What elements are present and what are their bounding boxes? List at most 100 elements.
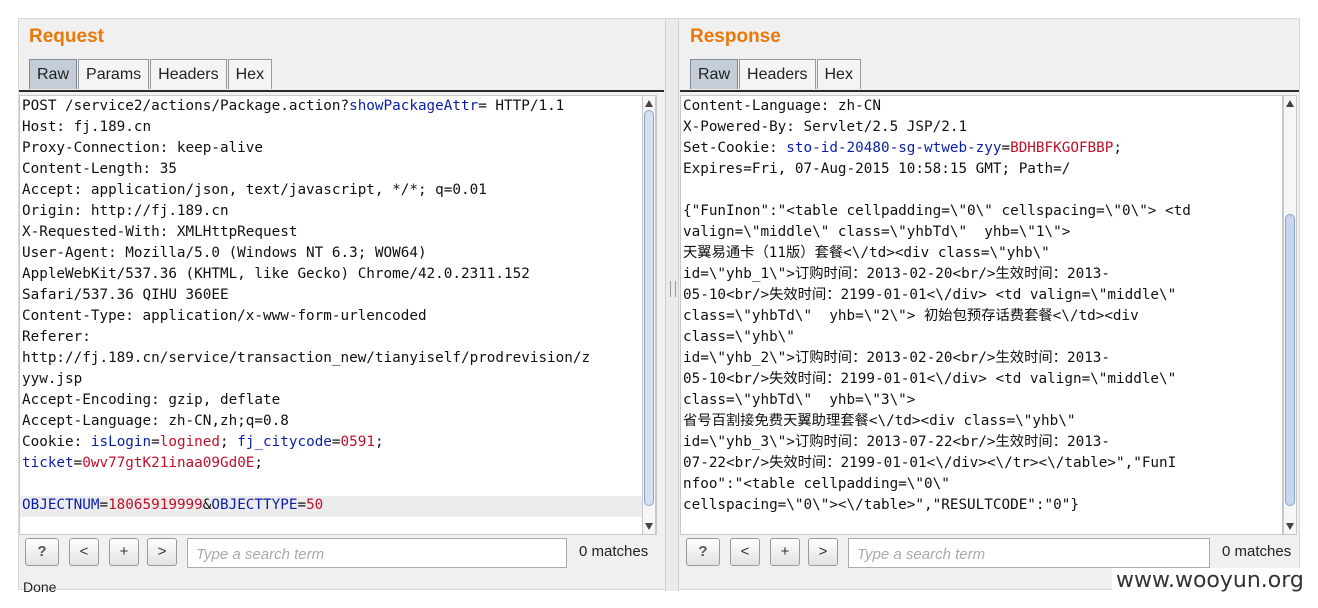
request-line: Host: fj.189.cn [22,117,590,138]
response-line: cellspacing=\"0\"><\/table>","RESULTCODE… [683,495,1191,516]
response-scroll-thumb[interactable] [1285,214,1295,506]
request-token: OBJECTTYPE [211,497,298,513]
request-previous-button[interactable]: < [69,538,99,566]
request-token: showPackageAttr [349,98,479,114]
request-next-button[interactable]: > [147,538,177,566]
request-token: Safari/537.36 QIHU 360EE [22,287,229,303]
response-token: 05-10<br/>失效时间：2199-01-01<\/div> <td val… [683,371,1177,387]
request-token: = [151,434,160,450]
splitter-grip-icon[interactable] [670,281,676,297]
response-line: id=\"yhb_3\">订购时间：2013-07-22<br/>生效时间：20… [683,432,1191,453]
response-search-box [848,538,1210,568]
response-text[interactable]: Content-Language: zh-CN X-Powered-By: Ser… [683,96,1191,516]
response-token: X-Powered-By: Servlet/2.5 JSP/2.1 [683,119,968,135]
request-token: = [99,497,109,513]
request-token: Accept-Language: zh-CN,zh;q=0.8 [22,413,289,429]
response-search-input[interactable] [855,540,1203,568]
request-token: POST /service2/actions/Package.action? [22,98,350,114]
request-line: yyw.jsp [22,369,590,390]
request-token: logined [159,434,221,450]
response-token: = [1001,140,1011,156]
request-line: Referer: [22,327,590,348]
response-token: id=\"yhb_1\">订购时间：2013-02-20<br/>生效时间：20… [683,266,1111,282]
response-token: Set-Cookie: [683,140,787,156]
response-tab-headers[interactable]: Headers [739,59,816,89]
response-match-count: 0 matches [1222,543,1292,560]
response-previous-button[interactable]: < [730,538,760,566]
request-token: 0wv77gtK21inaa09Gd0E [82,455,255,471]
request-text[interactable]: POST /service2/actions/Package.action?sh… [22,96,590,516]
response-line: 省号百割接免费天翼助理套餐<\/td><div class=\"yhb\" [683,411,1191,432]
scroll-up-icon[interactable] [1286,100,1294,107]
request-token: ; [254,455,264,471]
response-line: id=\"yhb_1\">订购时间：2013-02-20<br/>生效时间：20… [683,264,1191,285]
response-token: BDHBFKGOFBBP [1010,140,1114,156]
response-line: Content-Language: zh-CN [683,96,1191,117]
response-token: 07-22<br/>失效时间：2199-01-01<\/div><\/tr><\… [683,455,1177,471]
request-search-box [187,538,567,568]
request-token: Referer: [22,329,91,345]
request-token: X-Requested-With: XMLHttpRequest [22,224,298,240]
request-line: X-Requested-With: XMLHttpRequest [22,222,590,243]
request-line: Accept: application/json, text/javascrip… [22,180,590,201]
response-line [683,180,1191,201]
request-token: = [331,434,341,450]
response-line: class=\"yhb\" [683,327,1191,348]
response-token: valign=\"middle\" class=\"yhbTd\" yhb=\"… [683,224,1071,240]
request-line [22,474,590,495]
request-add-button[interactable]: + [109,538,139,566]
request-tab-hex[interactable]: Hex [227,59,273,89]
response-tab-raw[interactable]: Raw [690,59,739,89]
request-tabs: Raw Params Headers Hex [29,59,273,91]
request-tab-params[interactable]: Params [78,59,150,89]
request-line: Proxy-Connection: keep-alive [22,138,590,159]
request-tab-raw[interactable]: Raw [29,59,78,89]
panel-splitter[interactable] [665,19,679,591]
request-line: Accept-Language: zh-CN,zh;q=0.8 [22,411,590,432]
request-token: = [297,497,307,513]
response-line: class=\"yhbTd\" yhb=\"3\"> [683,390,1191,411]
response-line: 07-22<br/>失效时间：2199-01-01<\/div><\/tr><\… [683,453,1191,474]
request-line: POST /service2/actions/Package.action?sh… [22,96,590,117]
request-line: Safari/537.36 QIHU 360EE [22,285,590,306]
response-editor[interactable]: Content-Language: zh-CN X-Powered-By: Ser… [680,95,1283,535]
request-token: 50 [306,497,324,513]
response-next-button[interactable]: > [808,538,838,566]
response-help-button[interactable]: ? [686,538,720,566]
response-tab-hex[interactable]: Hex [816,59,861,89]
request-token: Origin: http://fj.189.cn [22,203,229,219]
request-search-input[interactable] [194,540,558,568]
request-match-count: 0 matches [579,543,649,560]
response-token: class=\"yhbTd\" yhb=\"3\"> [683,392,916,408]
response-token: 天翼易通卡（11版）套餐<\/td><div class=\"yhb\" [683,245,1050,261]
request-tab-headers[interactable]: Headers [150,59,227,89]
response-scrollbar[interactable] [1283,95,1297,535]
response-tabs: Raw Headers Hex [690,59,862,91]
response-line: id=\"yhb_2\">订购时间：2013-02-20<br/>生效时间：20… [683,348,1191,369]
response-line: valign=\"middle\" class=\"yhbTd\" yhb=\"… [683,222,1191,243]
request-token: isLogin [90,434,152,450]
response-token: class=\"yhbTd\" yhb=\"2\"> 初始包预存话费套餐<\/t… [683,308,1139,324]
request-scrollbar[interactable] [642,95,656,535]
request-token: http://fj.189.cn/service/transaction_new… [22,350,591,366]
response-add-button[interactable]: + [770,538,800,566]
request-help-button[interactable]: ? [25,538,59,566]
request-title: Request [29,26,104,47]
request-token: = HTTP/1.1 [478,98,565,114]
request-editor[interactable]: POST /service2/actions/Package.action?sh… [19,95,657,535]
scroll-down-icon[interactable] [645,523,653,530]
request-line: Accept-Encoding: gzip, deflate [22,390,590,411]
request-line: Origin: http://fj.189.cn [22,201,590,222]
response-token: id=\"yhb_2\">订购时间：2013-02-20<br/>生效时间：20… [683,350,1111,366]
request-line: Content-Type: application/x-www-form-url… [22,306,590,327]
request-token: AppleWebKit/537.36 (KHTML, like Gecko) C… [22,266,530,282]
request-token: Accept-Encoding: gzip, deflate [22,392,281,408]
scroll-down-icon[interactable] [1286,523,1294,530]
response-token: nfoo":"<table cellpadding=\"0\" [683,476,950,492]
scroll-up-icon[interactable] [645,100,653,107]
response-line: Set-Cookie: sto-id-20480-sg-wtweb-zyy=BD… [683,138,1191,159]
response-line: {"FunInon":"<table cellpadding=\"0\" cel… [683,201,1191,222]
request-scroll-thumb[interactable] [644,110,654,506]
response-line: nfoo":"<table cellpadding=\"0\" [683,474,1191,495]
response-panel: Response Raw Headers Hex Content-Languag… [680,19,1299,589]
